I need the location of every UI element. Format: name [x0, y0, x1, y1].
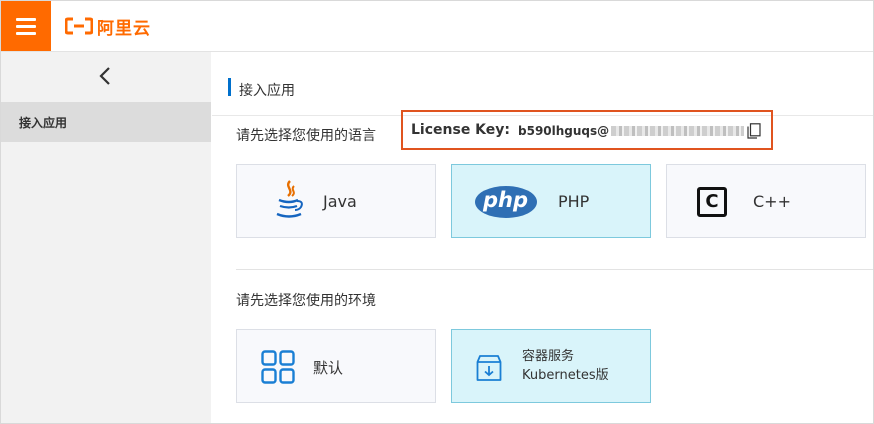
top-bar: 阿里云 — [1, 1, 873, 52]
language-prompt: 请先选择您使用的语言 — [236, 128, 376, 144]
brand-logo[interactable]: 阿里云 — [65, 15, 151, 39]
license-key-highlight: License Key: b590lhguqs@ — [401, 110, 773, 150]
environment-card-label: 默认 — [313, 359, 344, 377]
license-key-masked-part — [611, 126, 744, 136]
sidebar-collapse-button[interactable] — [1, 52, 211, 100]
environment-prompt: 请先选择您使用的环境 — [236, 293, 376, 309]
sidebar: 接入应用 — [1, 52, 211, 423]
java-icon — [276, 180, 303, 218]
language-card-label: Java — [323, 192, 357, 211]
aliyun-logo-icon — [65, 17, 93, 35]
license-key-label: License Key: — [411, 122, 511, 138]
language-card-java[interactable]: Java — [236, 164, 436, 238]
environment-card-default[interactable]: 默认 — [236, 329, 436, 403]
language-card-label: PHP — [558, 192, 590, 211]
cpp-icon-text: C — [705, 191, 719, 212]
php-icon-text: php — [483, 188, 529, 212]
container-box-icon — [476, 355, 502, 381]
environment-card-label-line1: 容器服务 — [522, 349, 575, 364]
app-window: 阿里云 接入应用 接入应用 请先选择您使用的语言 License Key: b5… — [0, 0, 874, 424]
environment-card-label: 容器服务 Kubernetes版 — [522, 347, 609, 385]
hamburger-menu-button[interactable] — [1, 1, 51, 51]
environment-card-kubernetes[interactable]: 容器服务 Kubernetes版 — [451, 329, 651, 403]
copy-icon[interactable] — [747, 123, 761, 139]
hamburger-menu-icon — [16, 18, 36, 21]
sidebar-item-label: 接入应用 — [19, 116, 68, 130]
language-card-cpp[interactable]: C C++ — [666, 164, 866, 238]
grid-icon — [261, 350, 295, 384]
language-card-label: C++ — [753, 192, 791, 211]
sidebar-item-access-app[interactable]: 接入应用 — [1, 102, 211, 142]
page-title: 接入应用 — [239, 83, 295, 99]
license-key-value[interactable]: b590lhguqs@ — [518, 124, 609, 138]
main-content: 接入应用 请先选择您使用的语言 License Key: b590lhguqs@… — [212, 52, 873, 423]
chevron-left-icon — [99, 67, 110, 85]
brand-name: 阿里云 — [97, 18, 151, 39]
title-accent-bar — [228, 78, 231, 96]
language-card-php[interactable]: php PHP — [451, 164, 651, 238]
section-divider — [236, 269, 873, 270]
cpp-icon: C — [697, 187, 727, 217]
environment-card-label-line2: Kubernetes版 — [522, 368, 609, 383]
